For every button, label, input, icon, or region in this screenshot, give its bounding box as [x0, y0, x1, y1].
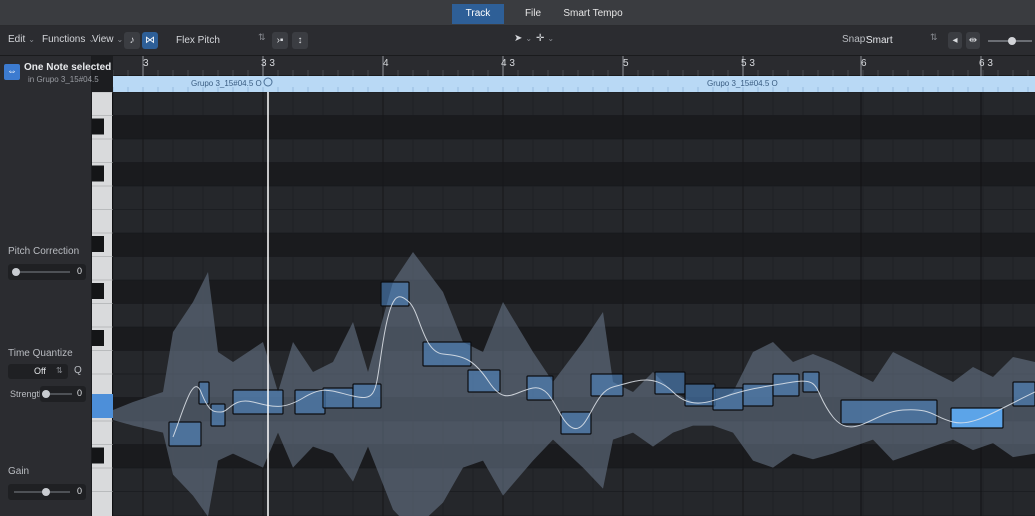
marquee-tool-icon[interactable]: ✛ ⌄	[536, 33, 554, 44]
bar-number: 3	[143, 58, 149, 69]
bar-ruler[interactable]: 3 3 3 4 4 3 5 5 3 6 6 3	[112, 56, 1035, 76]
select-arrows-icon: ⇅	[930, 32, 938, 42]
pitch-lane	[113, 139, 1035, 163]
pitch-lane	[113, 233, 1035, 257]
playhead-handle-icon[interactable]	[263, 77, 273, 87]
slider-knob[interactable]	[12, 268, 20, 276]
editor-toolbar: Edit ⌄ Functions ⌄ View ⌄ ♪ ⋈ Flex Pitch ⇅ …	[0, 26, 1035, 56]
black-key[interactable]	[92, 236, 104, 252]
pitch-lane	[113, 209, 1035, 233]
pitch-correction-label: Pitch Correction	[8, 246, 80, 257]
pitch-lane	[113, 327, 1035, 351]
bar-number: 4 3	[501, 58, 515, 69]
region-name[interactable]: Grupo 3_15#04.5 O	[191, 79, 262, 88]
pitch-note[interactable]	[352, 383, 382, 409]
gain-slider[interactable]: 0	[8, 484, 86, 500]
gain-value: 0	[76, 486, 82, 496]
pitch-lane	[113, 115, 1035, 139]
pitch-correction-slider[interactable]: 0	[8, 264, 86, 280]
pitch-lane	[113, 280, 1035, 304]
zoom-slider-icon[interactable]	[988, 36, 1032, 46]
pointer-tool-icon[interactable]: ➤ ⌄	[514, 33, 532, 44]
tab-file[interactable]: File	[512, 4, 554, 24]
select-arrows-icon: ⇅	[258, 32, 266, 42]
loop-icon: O	[255, 79, 262, 88]
loop-icon: O	[771, 79, 778, 88]
selection-title: One Note selected	[24, 62, 112, 73]
flex-mode-select[interactable]: Flex Pitch	[176, 32, 268, 49]
pitch-note[interactable]	[590, 373, 624, 397]
strength-value: 0	[76, 388, 82, 398]
black-key[interactable]	[92, 283, 104, 299]
pitch-note[interactable]	[467, 369, 501, 393]
pitch-lane	[113, 303, 1035, 327]
bar-number: 6	[861, 58, 867, 69]
bar-number: 4	[383, 58, 389, 69]
slider-knob[interactable]	[42, 390, 50, 398]
inspector-panel: ⇔ One Note selected in Grupo 3_15#04.5 P…	[0, 56, 114, 516]
region-name[interactable]: Grupo 3_15#04.5 O	[707, 79, 778, 88]
pitch-note[interactable]	[294, 389, 326, 415]
selection-subtitle: in Grupo 3_15#04.5	[28, 75, 99, 84]
black-key[interactable]	[92, 165, 104, 182]
black-key[interactable]	[92, 330, 104, 346]
region-header[interactable]: Grupo 3_15#04.5 O Grupo 3_15#04.5 O	[112, 76, 1035, 92]
collapse-arrow-icon[interactable]: ⇔	[4, 64, 20, 80]
piano-keys[interactable]	[92, 91, 113, 516]
flex-icon[interactable]: ↕	[292, 32, 308, 49]
pitch-correction-value: 0	[76, 266, 82, 276]
pitch-lane	[113, 256, 1035, 280]
black-key[interactable]	[92, 118, 104, 135]
bar-number: 5	[623, 58, 629, 69]
active-key[interactable]	[92, 394, 113, 418]
catch-icon[interactable]: ›▪	[272, 32, 288, 49]
bar-number: 5 3	[741, 58, 755, 69]
midi-in-icon[interactable]: ♪	[124, 32, 140, 49]
time-quantize-label: Time Quantize	[8, 348, 73, 359]
pitch-note[interactable]	[950, 407, 1004, 429]
pitch-lane	[113, 162, 1035, 186]
editor-canvas[interactable]	[113, 92, 1035, 516]
piano-keyboard[interactable]	[92, 91, 113, 516]
black-key[interactable]	[92, 447, 104, 464]
tab-bar: Track File Smart Tempo	[0, 0, 1035, 26]
pitch-lane	[113, 186, 1035, 210]
pitch-lane	[113, 468, 1035, 492]
time-quantize-select[interactable]: Off ⇅	[8, 364, 68, 379]
strength-slider[interactable]: 0	[40, 386, 86, 402]
chevron-down-icon: ⌄	[116, 35, 124, 44]
quantize-q-button[interactable]: Q	[74, 365, 82, 376]
bar-number: 3 3	[261, 58, 275, 69]
view-menu[interactable]: View ⌄	[92, 34, 123, 45]
ruler-ticks	[112, 56, 1029, 76]
functions-menu[interactable]: Functions ⌄	[42, 34, 95, 45]
snap-right-icon[interactable]: ⇹	[966, 32, 980, 49]
chevron-down-icon: ⌄	[28, 35, 35, 44]
strength-label: Strength	[10, 389, 45, 399]
tab-smart-tempo[interactable]: Smart Tempo	[560, 4, 626, 24]
pitch-lane	[113, 92, 1035, 116]
snap-label: Snap:	[842, 34, 869, 45]
time-quantize-value: Off	[34, 366, 46, 376]
edit-menu[interactable]: Edit ⌄	[8, 34, 35, 45]
bar-number: 6 3	[979, 58, 993, 69]
pitch-note[interactable]	[742, 383, 774, 407]
flex-pitch-editor[interactable]	[113, 92, 1035, 516]
pitch-note[interactable]	[380, 281, 410, 307]
slider-knob[interactable]	[42, 488, 50, 496]
gain-label: Gain	[8, 466, 30, 477]
pitch-lane	[113, 491, 1035, 515]
pitch-note[interactable]	[198, 381, 210, 405]
pitch-note[interactable]	[560, 411, 592, 435]
pitch-note[interactable]	[210, 403, 226, 427]
pitch-note[interactable]	[322, 387, 354, 409]
pitch-note[interactable]	[840, 399, 938, 425]
link-icon[interactable]: ⋈	[142, 32, 158, 49]
tab-track[interactable]: Track	[452, 4, 504, 24]
select-arrows-icon: ⇅	[56, 366, 63, 375]
snap-left-icon[interactable]: ◂	[948, 32, 962, 49]
